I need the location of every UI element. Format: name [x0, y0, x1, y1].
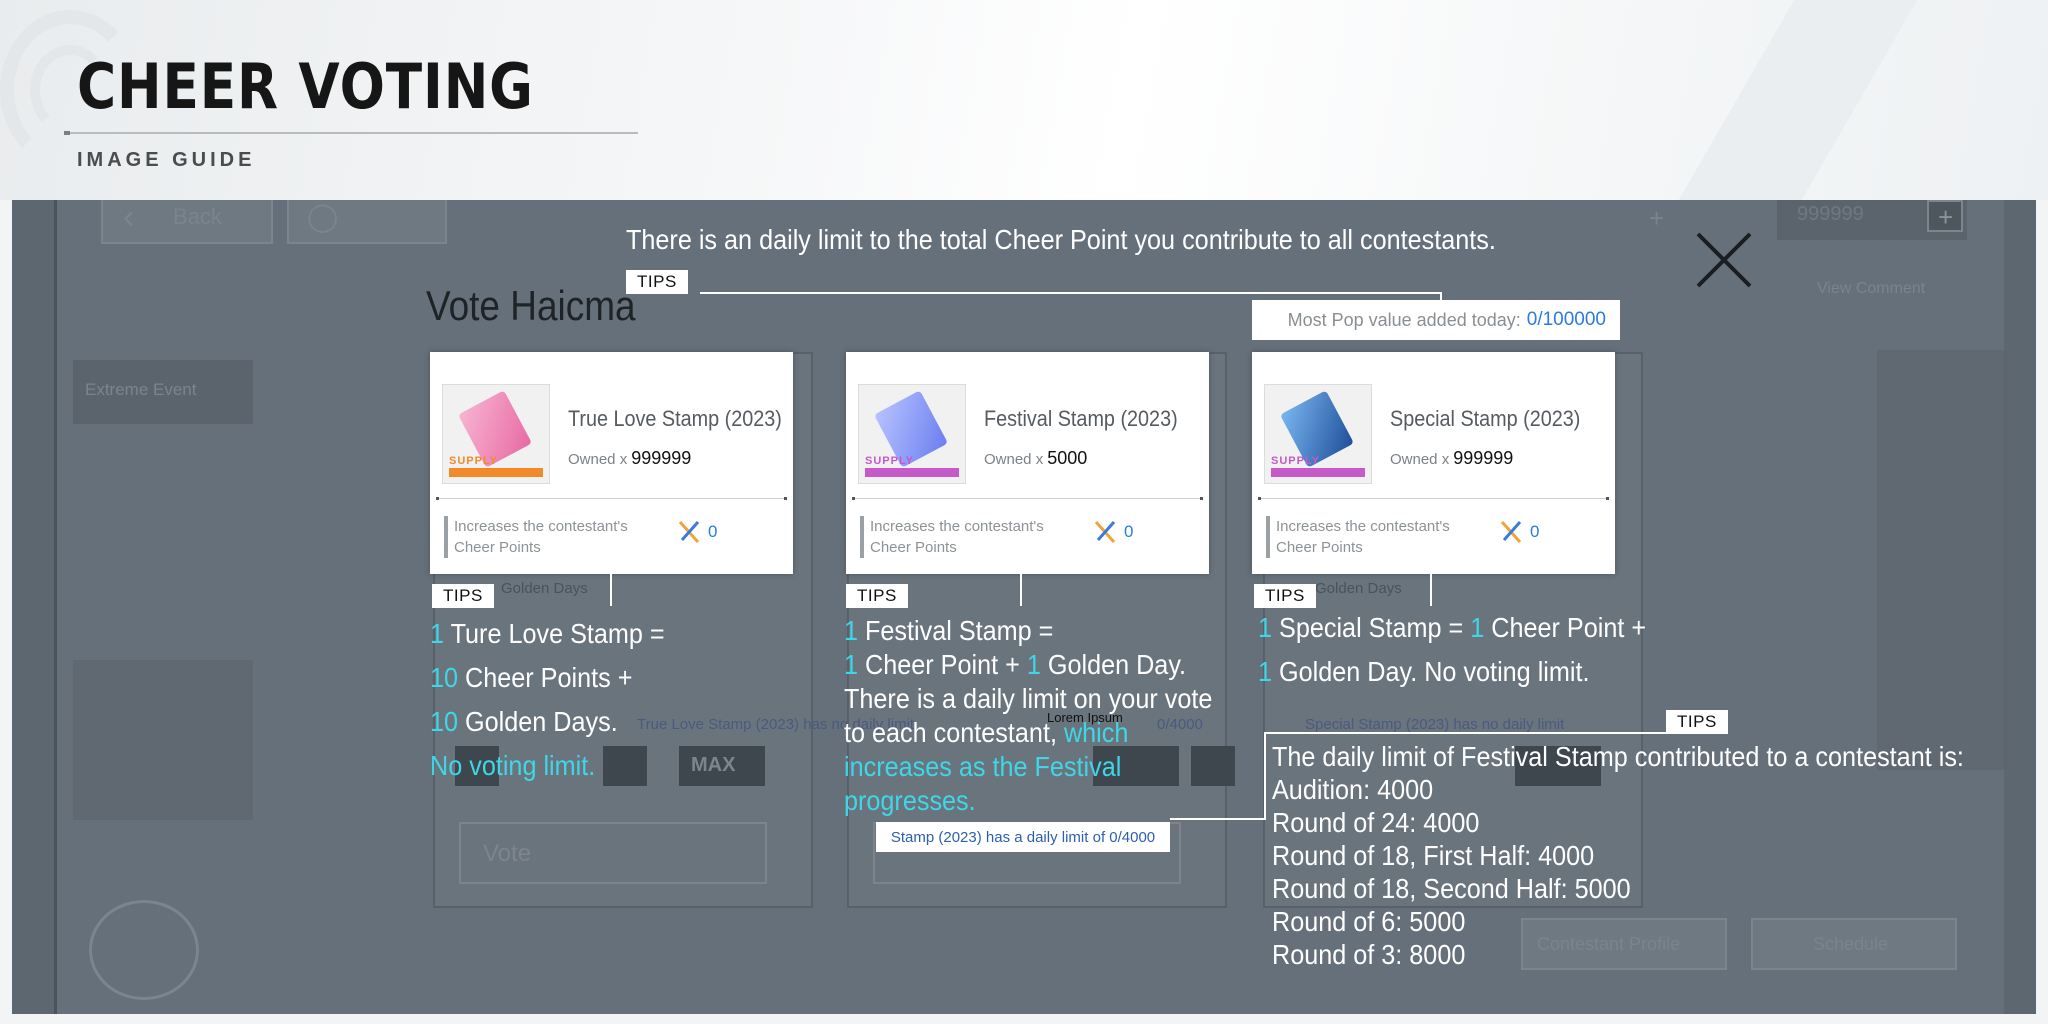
- tip-festival: 1 Festival Stamp = 1 Cheer Point + 1 Gol…: [844, 615, 1213, 816]
- schedule-line: Round of 18, First Half: 4000: [1272, 840, 1595, 871]
- title-divider: [64, 132, 638, 134]
- festival-daily-limit-badge: Stamp (2023) has a daily limit of 0/4000: [876, 822, 1170, 852]
- currency-value: 999999: [1797, 203, 1864, 225]
- tips-connector-special: [1430, 572, 1432, 606]
- add-currency-button[interactable]: +: [1927, 200, 1963, 232]
- max-label: MAX: [691, 754, 736, 776]
- tips-tag-love: TIPS: [432, 584, 494, 608]
- festival-logo-icon: [89, 900, 199, 1000]
- cheer-points: 0: [1498, 518, 1539, 546]
- cheer-points: 0: [676, 518, 717, 546]
- schedule-connector-bottom: [1170, 818, 1266, 820]
- schedule-line: Audition: 4000: [1272, 774, 1434, 805]
- view-comment-link[interactable]: View Comment: [1817, 280, 1925, 298]
- golden-days-label: Golden Days: [501, 580, 588, 597]
- supply-label: SUPPLY: [865, 455, 915, 467]
- schedule-line: The daily limit of Festival Stamp contri…: [1272, 741, 1964, 772]
- stamp-card-special[interactable]: SUPPLY Special Stamp (2023) Owned x 99999…: [1252, 352, 1615, 574]
- right-side-panel: [1877, 350, 2007, 770]
- daily-limit-tip: There is an daily limit to the total Che…: [626, 224, 1496, 255]
- stamp-name: Special Stamp (2023): [1390, 406, 1581, 431]
- page-subtitle: IMAGE GUIDE: [77, 149, 256, 171]
- card-divider: [1258, 497, 1609, 500]
- cheer-stick-icon: [1500, 520, 1522, 544]
- tips-tag-special: TIPS: [1254, 584, 1316, 608]
- extreme-event-tab[interactable]: Extreme Event: [73, 360, 253, 424]
- special-no-limit-note: Special Stamp (2023) has no daily limit: [1305, 716, 1565, 733]
- back-label: Back: [173, 204, 222, 229]
- stamp-description: Increases the contestant's Cheer Points: [860, 516, 1060, 558]
- stamp-owned: Owned x 999999: [568, 448, 692, 468]
- max-button-love[interactable]: MAX: [679, 746, 765, 786]
- tip-true-love: 1 Ture Love Stamp = 10 Cheer Points + 10…: [430, 618, 665, 781]
- stamp-name: True Love Stamp (2023): [568, 406, 782, 431]
- stamp-owned: Owned x 999999: [1390, 448, 1514, 468]
- golden-days-label-special: Golden Days: [1315, 580, 1402, 597]
- rarity-bar: [865, 468, 959, 477]
- stamp-owned: Owned x 5000: [984, 448, 1088, 468]
- tips-connector-love: [610, 572, 612, 606]
- supply-label: SUPPLY: [1271, 455, 1321, 467]
- vote-dialog-title: Vote Haicma: [426, 282, 636, 329]
- most-pop-box: Most Pop value added today: 0/100000: [1252, 300, 1620, 340]
- schedule-line: Round of 24: 4000: [1272, 807, 1480, 838]
- stamp-card-true-love[interactable]: SUPPLY True Love Stamp (2023) Owned x 999…: [430, 352, 793, 574]
- card-divider: [852, 497, 1203, 500]
- close-icon[interactable]: [1694, 230, 1754, 290]
- home-icon: ◯: [307, 201, 339, 232]
- home-button[interactable]: ◯: [287, 200, 447, 244]
- schedule-line: Round of 3: 8000: [1272, 939, 1466, 970]
- stamp-description: Increases the contestant's Cheer Points: [444, 516, 644, 558]
- stamp-card-festival[interactable]: SUPPLY Festival Stamp (2023) Owned x 5000…: [846, 352, 1209, 574]
- card-divider: [436, 497, 787, 500]
- schedule-connector-vertical: [1264, 732, 1266, 820]
- stamp-thumbnail: SUPPLY: [442, 384, 550, 484]
- stamp-name: Festival Stamp (2023): [984, 406, 1178, 431]
- schedule-line: Round of 6: 5000: [1272, 906, 1466, 937]
- add-icon: +: [1938, 202, 1954, 232]
- title-divider-dot: [64, 131, 70, 135]
- header-decoration: [1548, 0, 2048, 200]
- cheer-points: 0: [1092, 518, 1133, 546]
- most-pop-value: 0/100000: [1526, 309, 1606, 330]
- back-button[interactable]: ‹ Back: [101, 200, 273, 244]
- tips-tag-top: TIPS: [626, 270, 688, 294]
- schedule-connector-top: [1264, 732, 1666, 734]
- tip-special: 1 Special Stamp = 1 Cheer Point + 1 Gold…: [1258, 612, 1647, 687]
- stamp-description: Increases the contestant's Cheer Points: [1266, 516, 1466, 558]
- schedule-line: Round of 18, Second Half: 5000: [1272, 873, 1631, 904]
- rarity-bar: [1271, 468, 1365, 477]
- supply-label: SUPPLY: [449, 455, 499, 467]
- vote-label: Vote: [483, 840, 532, 867]
- cheer-stick-icon: [1094, 520, 1116, 544]
- stamp-thumbnail: SUPPLY: [858, 384, 966, 484]
- back-arrow-icon: ‹: [123, 200, 135, 236]
- tips-connector-festival: [1020, 572, 1022, 606]
- cheer-stick-icon: [678, 520, 700, 544]
- stamp-thumbnail: SUPPLY: [1264, 384, 1372, 484]
- festival-limit-schedule: The daily limit of Festival Stamp contri…: [1272, 740, 1964, 971]
- vote-button-love[interactable]: Vote: [459, 822, 767, 884]
- side-panel: [73, 660, 253, 820]
- tips-tag-festival: TIPS: [846, 584, 908, 608]
- extreme-event-label: Extreme Event: [85, 380, 197, 399]
- tips-connector: [700, 292, 1442, 294]
- page-title: CHEER VOTING: [77, 50, 534, 123]
- plus-icon[interactable]: +: [1649, 203, 1664, 234]
- most-pop-label: Most Pop value added today:: [1287, 309, 1521, 330]
- rarity-bar: [449, 468, 543, 477]
- tips-tag-schedule: TIPS: [1666, 710, 1728, 734]
